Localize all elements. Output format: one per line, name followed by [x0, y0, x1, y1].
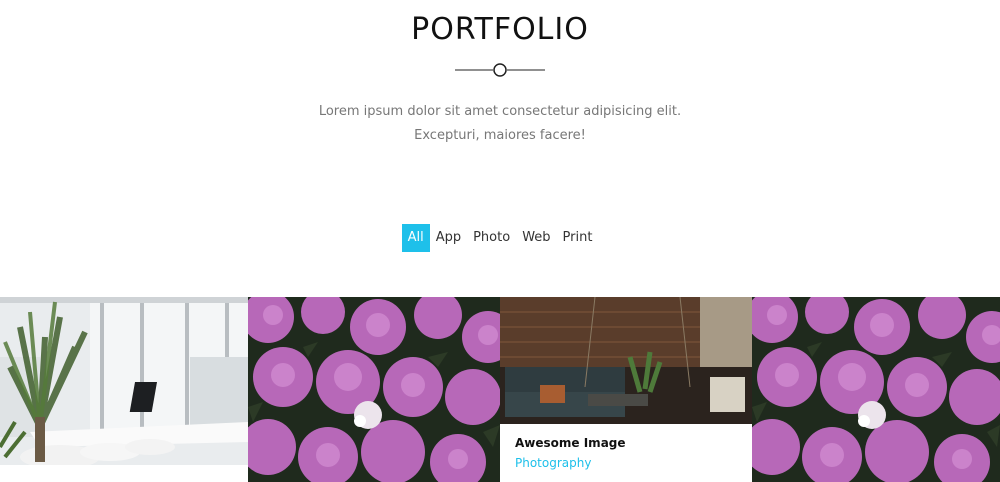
portfolio-item-office[interactable]: [0, 297, 248, 482]
portfolio-item-lounge[interactable]: Awesome Image Photography: [500, 297, 752, 482]
section-subtitle: Lorem ipsum dolor sit amet consectetur a…: [318, 104, 682, 143]
filter-all[interactable]: All: [401, 224, 430, 252]
portfolio-item-hydrangea-1[interactable]: [248, 297, 500, 482]
portfolio-caption: Awesome Image Photography: [500, 424, 752, 482]
portfolio-grid: Awesome Image Photography: [0, 297, 1000, 482]
filter-print[interactable]: Print: [557, 224, 599, 252]
hydrangea-image: [752, 297, 1000, 482]
page-title: PORTFOLIO: [411, 12, 589, 47]
hydrangea-image: [248, 297, 500, 482]
portfolio-item-hydrangea-2[interactable]: [752, 297, 1000, 482]
filter-photo[interactable]: Photo: [467, 224, 516, 252]
office-image: [0, 297, 248, 482]
title-divider: [455, 63, 545, 77]
filter-web[interactable]: Web: [516, 224, 556, 252]
caption-title: Awesome Image: [515, 436, 626, 450]
filter-app[interactable]: App: [430, 224, 467, 252]
caption-category-link[interactable]: Photography: [515, 456, 737, 470]
portfolio-filters: All App Photo Web Print: [0, 224, 1000, 252]
